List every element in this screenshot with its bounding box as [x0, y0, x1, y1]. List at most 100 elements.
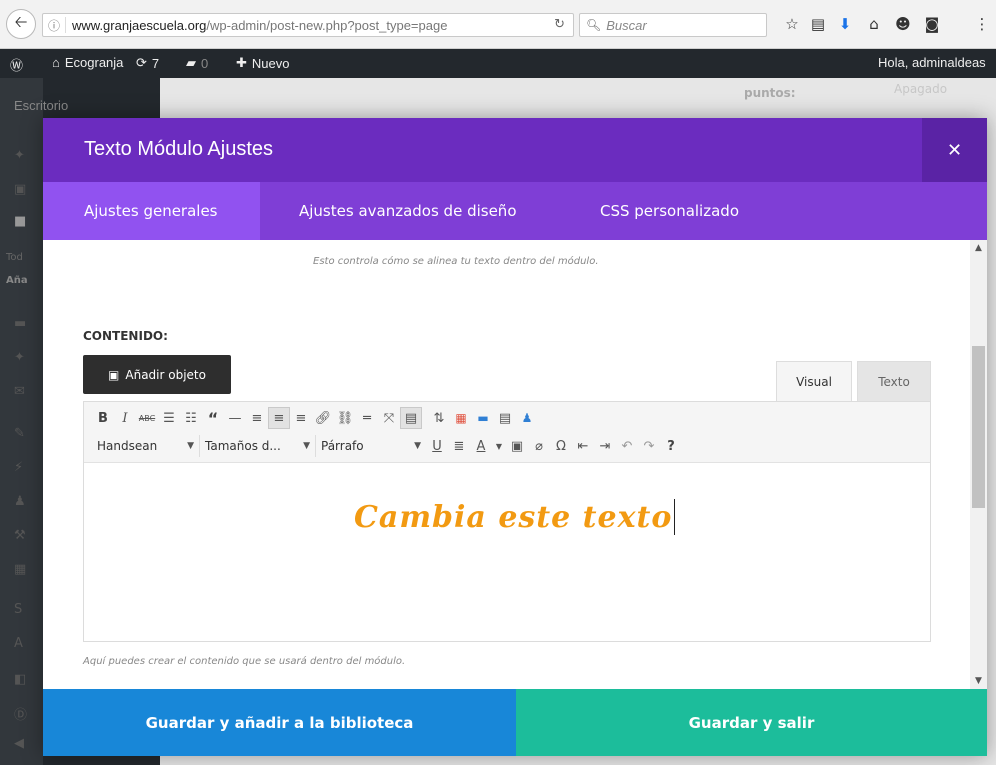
new-content-link[interactable]: ✚ Nuevo: [236, 55, 289, 71]
font-size-value: Tamaños d...: [205, 439, 281, 453]
add-object-label: Añadir objeto: [125, 367, 206, 382]
chevron-down-icon[interactable]: ▼: [492, 435, 506, 457]
home-icon[interactable]: ⌂: [864, 15, 884, 33]
clear-formatting-icon[interactable]: ⌀: [528, 435, 550, 457]
underline-icon[interactable]: U: [426, 435, 448, 457]
fullscreen-icon[interactable]: ⤧: [378, 407, 400, 429]
chevron-down-icon: ▼: [414, 441, 421, 451]
modal-header: Texto Módulo Ajustes ✕: [43, 118, 987, 182]
button-shortcode-icon[interactable]: ▬: [472, 407, 494, 429]
pin-icon[interactable]: ✦: [14, 148, 25, 163]
paste-text-icon[interactable]: ▣: [506, 435, 528, 457]
indent-icon[interactable]: ⇥: [594, 435, 616, 457]
scrollbar-thumb[interactable]: [972, 346, 985, 508]
updates-link[interactable]: ⟳ 7: [136, 55, 159, 71]
divi-icon[interactable]: S: [14, 602, 22, 617]
text-icon[interactable]: A: [14, 636, 23, 651]
add-object-button[interactable]: ▣ Añadir objeto: [83, 355, 231, 394]
chevron-down-icon: ▼: [303, 441, 310, 451]
unlink-icon[interactable]: ⛓: [334, 407, 356, 429]
editor-toolbar: B I ABC ☰ ☷ “ — ≡ ≡ ≡ 🔗︎ ⛓ ═ ⤧ ▤ ⇅ ▦ ▬ ▤…: [84, 402, 930, 463]
browser-search-input[interactable]: 🔍︎ Buscar: [579, 13, 767, 37]
comments-icon[interactable]: ▬: [14, 316, 26, 331]
browser-toolbar: 🡠 ⓘ www.granjaescuela.org/wp-admin/post-…: [0, 0, 996, 49]
pages-icon[interactable]: ■: [14, 214, 26, 229]
tab-general[interactable]: Ajustes generales: [43, 182, 260, 240]
box-shortcode-icon[interactable]: ▤: [494, 407, 516, 429]
sidebar-text-anadir[interactable]: Aña: [6, 275, 28, 286]
comments-link[interactable]: ▰ 0: [186, 55, 208, 71]
close-icon[interactable]: ✕: [922, 118, 987, 182]
editor-content-area[interactable]: Cambia este texto: [84, 463, 930, 641]
info-icon[interactable]: ⓘ: [43, 17, 65, 34]
scroll-up-icon[interactable]: ▲: [970, 240, 987, 256]
format-select[interactable]: Párrafo ▼: [316, 435, 426, 457]
save-to-library-label: Guardar y añadir a la biblioteca: [145, 713, 414, 732]
text-color-icon[interactable]: A: [470, 435, 492, 457]
collapse-icon[interactable]: ◀: [14, 736, 24, 751]
font-select[interactable]: Handsean ▼: [92, 435, 200, 457]
mail-icon[interactable]: ✉: [14, 384, 25, 399]
blockquote-icon[interactable]: “: [202, 407, 224, 429]
new-label: Nuevo: [251, 55, 290, 71]
appearance-icon[interactable]: ✎: [14, 426, 25, 441]
menu-icon[interactable]: ⋮: [972, 15, 992, 33]
address-bar[interactable]: ⓘ www.granjaescuela.org/wp-admin/post-ne…: [42, 13, 574, 37]
chat-icon[interactable]: ☻: [893, 15, 913, 33]
wordpress-logo-icon[interactable]: Ⓦ: [10, 55, 23, 74]
toolbar-row-1: B I ABC ☰ ☷ “ — ≡ ≡ ≡ 🔗︎ ⛓ ═ ⤧ ▤ ⇅ ▦ ▬ ▤…: [92, 407, 538, 429]
align-left-icon[interactable]: ≡: [246, 407, 268, 429]
strikethrough-icon[interactable]: ABC: [136, 407, 158, 429]
read-more-icon[interactable]: ═: [356, 407, 378, 429]
sidebar-text-todas[interactable]: Tod: [6, 252, 23, 263]
settings-icon[interactable]: ▦: [14, 562, 26, 577]
save-to-library-button[interactable]: Guardar y añadir a la biblioteca: [43, 689, 516, 756]
back-arrow-icon[interactable]: 🡠: [6, 9, 36, 39]
italic-icon[interactable]: I: [114, 407, 136, 429]
align-center-icon[interactable]: ≡: [268, 407, 290, 429]
help-icon[interactable]: ?: [660, 435, 682, 457]
pin-icon-2[interactable]: ✦: [14, 350, 25, 365]
tab-custom-css[interactable]: CSS personalizado: [600, 182, 739, 240]
toolbar-toggle-icon[interactable]: ▤: [400, 407, 422, 429]
site-link[interactable]: ⌂ Ecogranja: [52, 55, 123, 70]
modal-scrollbar[interactable]: ▲ ▼: [970, 240, 987, 689]
plus-icon: ✚: [236, 55, 247, 70]
plugins-icon[interactable]: ⚡: [14, 460, 23, 475]
bullet-list-icon[interactable]: ☰: [158, 407, 180, 429]
user-icon[interactable]: ♟: [516, 407, 538, 429]
horizontal-line-icon[interactable]: —: [224, 407, 246, 429]
users-icon[interactable]: ♟: [14, 494, 26, 509]
grid-icon[interactable]: ▦: [450, 407, 472, 429]
scroll-down-icon[interactable]: ▼: [970, 673, 987, 689]
reload-icon[interactable]: ↻: [554, 17, 565, 32]
redo-icon[interactable]: ↷: [638, 435, 660, 457]
divi-logo-icon[interactable]: Ⓓ: [14, 704, 27, 723]
font-size-select[interactable]: Tamaños d... ▼: [200, 435, 316, 457]
sidebar-item-escritorio[interactable]: Escritorio: [14, 98, 68, 113]
undo-icon[interactable]: ↶: [616, 435, 638, 457]
account-greeting[interactable]: Hola, adminaldeas: [878, 55, 986, 70]
url-separator: [65, 17, 66, 33]
pocket-icon[interactable]: ◙: [922, 15, 942, 33]
special-character-icon[interactable]: Ω: [550, 435, 572, 457]
editor-text[interactable]: Cambia este texto: [354, 499, 676, 535]
tools-icon[interactable]: ⚒: [14, 528, 26, 543]
save-and-exit-button[interactable]: Guardar y salir: [516, 689, 987, 756]
bold-icon[interactable]: B: [92, 407, 114, 429]
media-icon[interactable]: ▣: [14, 182, 26, 197]
link-icon[interactable]: 🔗︎: [312, 407, 334, 429]
tab-text[interactable]: Texto: [857, 361, 931, 402]
justify-icon[interactable]: ≣: [448, 435, 470, 457]
tab-visual[interactable]: Visual: [776, 361, 852, 402]
reading-list-icon[interactable]: ▤: [808, 15, 828, 33]
layers-icon[interactable]: ◧: [14, 672, 26, 687]
outdent-icon[interactable]: ⇤: [572, 435, 594, 457]
bookmark-star-icon[interactable]: ☆: [782, 15, 802, 33]
align-right-icon[interactable]: ≡: [290, 407, 312, 429]
numbered-list-icon[interactable]: ☷: [180, 407, 202, 429]
tab-advanced-design[interactable]: Ajustes avanzados de diseño: [299, 182, 517, 240]
shortcode-icon[interactable]: ⇅: [428, 407, 450, 429]
download-icon[interactable]: ⬇: [835, 15, 855, 33]
search-placeholder: Buscar: [606, 17, 647, 33]
